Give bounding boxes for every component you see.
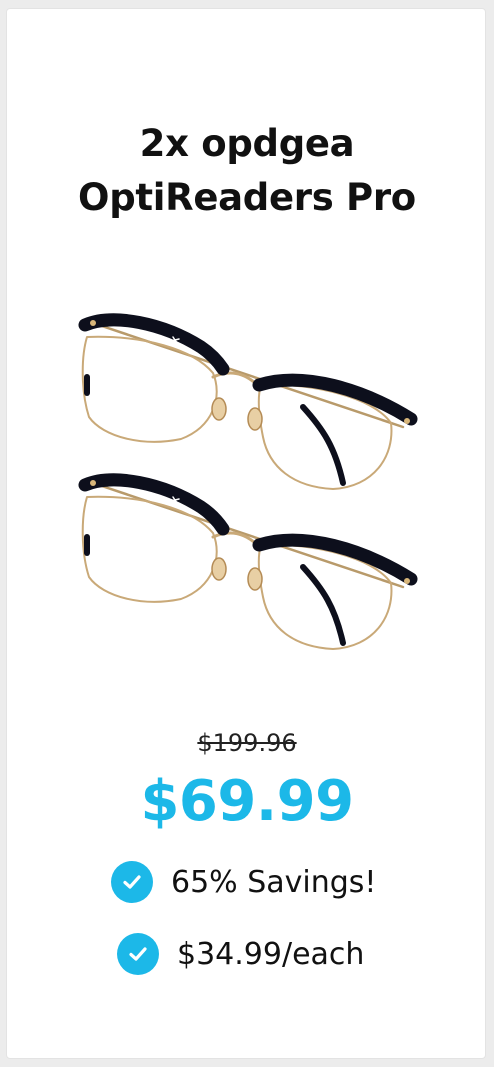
check-circle-icon [117, 933, 159, 975]
product-card[interactable]: 2x opdgea OptiReaders Pro $199.96 $69.99… [6, 8, 486, 1059]
original-price: $199.96 [197, 729, 297, 757]
check-circle-icon [111, 861, 153, 903]
product-title-line1: 2x opdgea [139, 122, 355, 165]
feature-savings: 65% Savings! [111, 861, 376, 903]
product-title: 2x opdgea OptiReaders Pro [7, 117, 487, 225]
eyeglasses-image [78, 313, 418, 650]
feature-savings-label: 65% Savings! [171, 864, 377, 900]
feature-per-unit-label: $34.99/each [177, 936, 365, 972]
eyeglasses-bottom [78, 473, 418, 650]
eyeglasses-top [78, 313, 418, 490]
sale-price: $69.99 [140, 769, 354, 834]
feature-per-unit-price: $34.99/each [117, 933, 364, 975]
product-title-line2: OptiReaders Pro [78, 176, 416, 219]
